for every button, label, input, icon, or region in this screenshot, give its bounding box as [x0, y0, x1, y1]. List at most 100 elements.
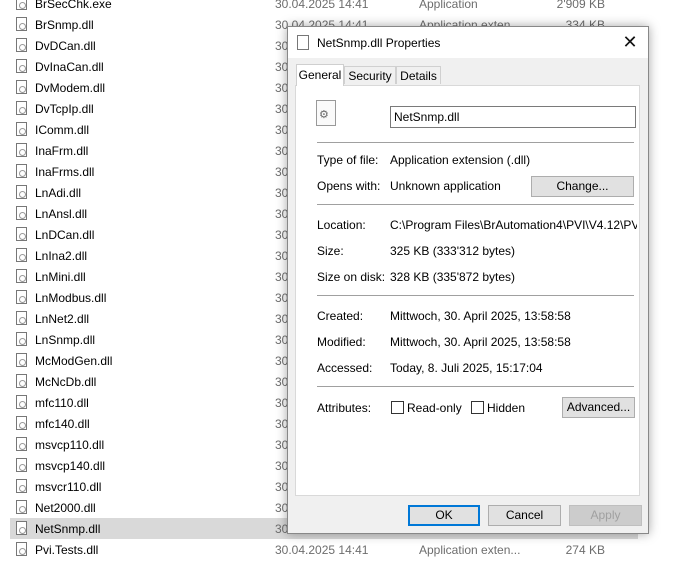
created-value: Mittwoch, 30. April 2025, 13:58:58 — [390, 309, 571, 323]
dll-file-icon — [16, 206, 27, 220]
accessed-value: Today, 8. Juli 2025, 15:17:04 — [390, 361, 543, 375]
size-on-disk-value: 328 KB (335'872 bytes) — [390, 270, 516, 284]
file-name: McNcDb.dll — [35, 375, 97, 389]
ok-button[interactable]: OK — [408, 505, 480, 526]
dll-file-icon — [16, 416, 27, 430]
file-name: mfc140.dll — [35, 417, 90, 431]
file-name: DvInaCan.dll — [35, 60, 104, 74]
dialog-titlebar[interactable]: NetSnmp.dll Properties ✕ — [288, 27, 648, 58]
tab-general[interactable]: General — [296, 64, 344, 86]
dll-file-icon — [16, 500, 27, 514]
dll-file-icon — [16, 353, 27, 367]
file-row[interactable]: BrSecChk.exe 30.04.2025 14:41 Application 2… — [10, 0, 638, 14]
attributes-label: Attributes: — [317, 401, 372, 415]
file-name: mfc110.dll — [35, 396, 89, 410]
file-name: LnAnsl.dll — [35, 207, 88, 221]
created-label: Created: — [317, 309, 364, 323]
file-name: InaFrm.dll — [35, 144, 89, 158]
dll-file-icon — [16, 269, 27, 283]
size-value: 325 KB (333'312 bytes) — [390, 244, 516, 258]
file-name: DvModem.dll — [35, 81, 106, 95]
dll-file-icon — [16, 458, 27, 472]
cancel-button[interactable]: Cancel — [488, 505, 561, 526]
file-name: LnModbus.dll — [35, 291, 107, 305]
hidden-checkbox[interactable] — [471, 401, 484, 414]
file-name: LnIna2.dll — [35, 249, 88, 263]
file-name: msvcr110.dll — [35, 480, 102, 494]
apply-button[interactable]: Apply — [569, 505, 642, 526]
dll-file-icon — [16, 101, 27, 115]
file-row[interactable]: Pvi.Tests.dll 30.04.2025 14:41 Application… — [10, 539, 638, 560]
file-name: IComm.dll — [35, 123, 90, 137]
file-size: 2'909 KB — [556, 0, 605, 11]
file-name: LnDCan.dll — [35, 228, 95, 242]
tab-details[interactable]: Details — [396, 66, 441, 84]
dll-file-icon — [16, 17, 27, 31]
dll-file-icon — [16, 395, 27, 409]
file-name: msvcp140.dll — [35, 459, 106, 473]
file-name: LnNet2.dll — [35, 312, 90, 326]
tab-security[interactable]: Security — [344, 66, 396, 84]
dll-file-icon — [16, 311, 27, 325]
file-icon — [297, 35, 309, 50]
dll-file-icon — [16, 521, 27, 535]
hidden-label[interactable]: Hidden — [487, 401, 525, 415]
file-name: InaFrms.dll — [35, 165, 95, 179]
dll-file-icon — [16, 437, 27, 451]
type-label: Type of file: — [317, 153, 379, 167]
file-date: 30.04.2025 14:41 — [275, 543, 369, 557]
file-name: BrSnmp.dll — [35, 18, 94, 32]
file-name: msvcp110.dll — [35, 438, 105, 452]
file-name: LnMini.dll — [35, 270, 86, 284]
dll-file-icon — [16, 164, 27, 178]
dll-file-icon — [16, 143, 27, 157]
modified-value: Mittwoch, 30. April 2025, 13:58:58 — [390, 335, 571, 349]
file-size: 274 KB — [565, 543, 605, 557]
location-value: C:\Program Files\BrAutomation4\PVI\V4.12… — [390, 218, 637, 232]
dll-file-icon — [16, 38, 27, 52]
file-name: Net2000.dll — [35, 501, 96, 515]
file-name: BrSecChk.exe — [35, 0, 112, 11]
dll-file-icon — [16, 227, 27, 241]
separator — [317, 204, 634, 205]
general-panel: NetSnmp.dll Type of file: Application ex… — [295, 85, 640, 496]
size-on-disk-label: Size on disk: — [317, 270, 386, 284]
dll-file-icon — [16, 374, 27, 388]
dll-file-icon — [16, 122, 27, 136]
file-name: LnAdi.dll — [35, 186, 82, 200]
dll-file-icon — [16, 479, 27, 493]
location-label: Location: — [317, 218, 366, 232]
dll-file-icon — [16, 332, 27, 346]
close-icon[interactable]: ✕ — [612, 27, 648, 58]
properties-dialog: NetSnmp.dll Properties ✕ General Securit… — [287, 26, 649, 534]
read-only-checkbox[interactable] — [391, 401, 404, 414]
dll-file-icon — [16, 80, 27, 94]
file-name: McModGen.dll — [35, 354, 113, 368]
file-name: DvDCan.dll — [35, 39, 96, 53]
separator — [317, 142, 634, 143]
dll-file-icon — [16, 59, 27, 73]
file-name: NetSnmp.dll — [35, 522, 101, 536]
filename-field[interactable]: NetSnmp.dll — [390, 106, 636, 128]
advanced-button[interactable]: Advanced... — [562, 397, 635, 418]
file-type: Application — [419, 0, 478, 11]
change-button[interactable]: Change... — [531, 176, 634, 197]
dll-file-icon — [16, 0, 27, 10]
size-label: Size: — [317, 244, 344, 258]
dll-file-icon — [16, 248, 27, 262]
opens-with-label: Opens with: — [317, 179, 381, 193]
dialog-title: NetSnmp.dll Properties — [317, 36, 441, 50]
dll-file-icon — [16, 290, 27, 304]
separator — [317, 386, 634, 387]
file-name: DvTcpIp.dll — [35, 102, 94, 116]
dll-file-icon — [316, 100, 336, 126]
separator — [317, 295, 634, 296]
opens-with-value: Unknown application — [390, 179, 501, 193]
type-value: Application extension (.dll) — [390, 153, 531, 167]
file-type: Application exten... — [419, 543, 521, 557]
file-name: LnSnmp.dll — [35, 333, 96, 347]
read-only-label[interactable]: Read-only — [407, 401, 462, 415]
accessed-label: Accessed: — [317, 361, 373, 375]
dll-file-icon — [16, 542, 27, 556]
file-name: Pvi.Tests.dll — [35, 543, 99, 557]
